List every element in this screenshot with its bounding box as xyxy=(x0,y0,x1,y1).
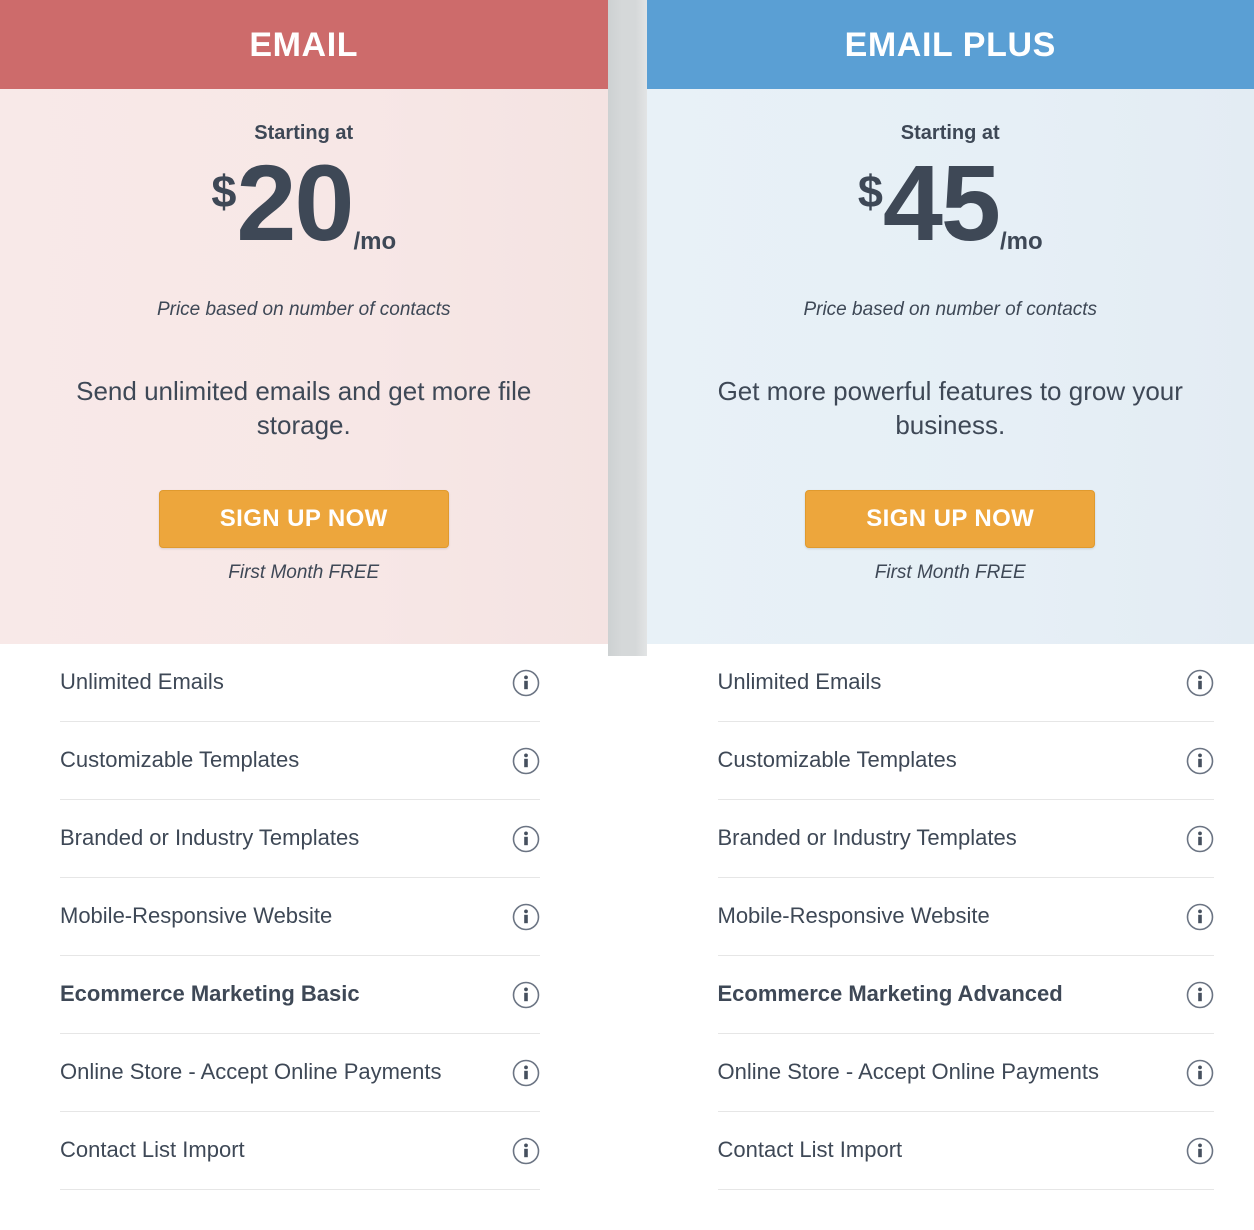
plan-header-email-plus: EMAIL PLUS xyxy=(646,0,1254,89)
sign-up-now-button[interactable]: SIGN UP NOW xyxy=(805,490,1096,549)
plan-card-email: EMAIL Starting at $ 20 /mo Price based o… xyxy=(0,0,608,1230)
info-icon[interactable] xyxy=(1186,903,1214,931)
info-icon[interactable] xyxy=(1186,825,1214,853)
price-currency-symbol: $ xyxy=(857,166,883,217)
info-icon[interactable] xyxy=(512,1137,540,1165)
info-icon[interactable] xyxy=(512,903,540,931)
info-icon[interactable] xyxy=(512,747,540,775)
feature-label: Mobile-Responsive Website xyxy=(717,903,990,929)
info-icon[interactable] xyxy=(512,825,540,853)
feature-row: Online Store - Accept Online Payments xyxy=(60,1034,540,1112)
feature-row: Branded or Industry Templates xyxy=(60,800,540,878)
feature-label: Branded or Industry Templates xyxy=(717,825,1017,851)
feature-row: Customizable Templates xyxy=(717,722,1214,800)
feature-label: Unlimited Emails xyxy=(717,669,882,695)
feature-label: Branded or Industry Templates xyxy=(60,825,360,851)
plan-pitch: Send unlimited emails and get more file … xyxy=(76,375,532,441)
plan-header-email: EMAIL xyxy=(0,0,608,89)
plan-pitch: Get more powerful features to grow your … xyxy=(717,375,1183,441)
cta-subtext: First Month FREE xyxy=(228,562,380,584)
feature-row: Contact List Import xyxy=(717,1112,1214,1190)
info-icon[interactable] xyxy=(1186,1137,1214,1165)
feature-row: Online Store - Accept Online Payments xyxy=(717,1034,1214,1112)
feature-row: Ecommerce Marketing Basic xyxy=(60,956,540,1034)
feature-label: Contact List Import xyxy=(60,1137,245,1163)
cta-subtext: First Month FREE xyxy=(874,562,1026,584)
feature-list-email: Unlimited Emails Customizable Templates … xyxy=(0,644,608,1230)
feature-label: Online Store - Accept Online Payments xyxy=(60,1059,442,1085)
info-icon[interactable] xyxy=(1186,669,1214,697)
feature-row: Unlimited Emails xyxy=(717,644,1214,722)
starting-at-label: Starting at xyxy=(254,122,354,144)
feature-list-email-plus: Unlimited Emails Customizable Templates … xyxy=(646,644,1254,1230)
feature-row: Customizable Templates xyxy=(60,722,540,800)
feature-label: Unlimited Emails xyxy=(60,669,224,695)
info-icon[interactable] xyxy=(1186,747,1214,775)
info-icon[interactable] xyxy=(512,1059,540,1087)
price-amount: 20 xyxy=(236,142,354,263)
price-display: $ 45 /mo xyxy=(857,142,1043,263)
price-amount: 45 xyxy=(882,142,1001,263)
plan-pricing-panel-email-plus: Starting at $ 45 /mo Price based on numb… xyxy=(646,89,1254,644)
price-note: Price based on number of contacts xyxy=(156,299,451,320)
sign-up-now-label: SIGN UP NOW xyxy=(219,505,388,533)
pricing-comparison: EMAIL Starting at $ 20 /mo Price based o… xyxy=(0,0,1254,1230)
feature-label: Ecommerce Marketing Basic xyxy=(60,981,360,1007)
feature-row: Ecommerce Marketing Advanced xyxy=(717,956,1214,1034)
feature-label: Mobile-Responsive Website xyxy=(60,903,333,929)
price-period: /mo xyxy=(1000,228,1043,255)
feature-label: Customizable Templates xyxy=(60,747,300,773)
card-separator xyxy=(607,0,647,656)
info-icon[interactable] xyxy=(512,669,540,697)
feature-row: Branded or Industry Templates xyxy=(717,800,1214,878)
starting-at-label: Starting at xyxy=(900,122,1000,144)
feature-label: Customizable Templates xyxy=(717,747,957,773)
feature-label: Ecommerce Marketing Advanced xyxy=(717,981,1063,1007)
price-display: $ 20 /mo xyxy=(211,142,397,263)
sign-up-now-button[interactable]: SIGN UP NOW xyxy=(158,490,449,549)
plan-pricing-panel-email: Starting at $ 20 /mo Price based on numb… xyxy=(0,89,608,644)
price-note: Price based on number of contacts xyxy=(803,299,1098,320)
plan-title: EMAIL xyxy=(249,25,359,64)
feature-label: Contact List Import xyxy=(717,1137,903,1163)
info-icon[interactable] xyxy=(1186,981,1214,1009)
feature-label: Online Store - Accept Online Payments xyxy=(717,1059,1100,1085)
feature-row: Unlimited Emails xyxy=(60,644,540,722)
feature-row: Contact List Import xyxy=(60,1112,540,1190)
plan-card-email-plus: EMAIL PLUS Starting at $ 45 /mo Price ba… xyxy=(646,0,1254,1230)
feature-row: Mobile-Responsive Website xyxy=(60,878,540,956)
price-currency-symbol: $ xyxy=(211,166,237,217)
sign-up-now-label: SIGN UP NOW xyxy=(866,505,1035,533)
info-icon[interactable] xyxy=(512,981,540,1009)
price-period: /mo xyxy=(353,228,397,255)
plan-title: EMAIL PLUS xyxy=(844,25,1056,64)
feature-row: Mobile-Responsive Website xyxy=(717,878,1214,956)
info-icon[interactable] xyxy=(1186,1059,1214,1087)
